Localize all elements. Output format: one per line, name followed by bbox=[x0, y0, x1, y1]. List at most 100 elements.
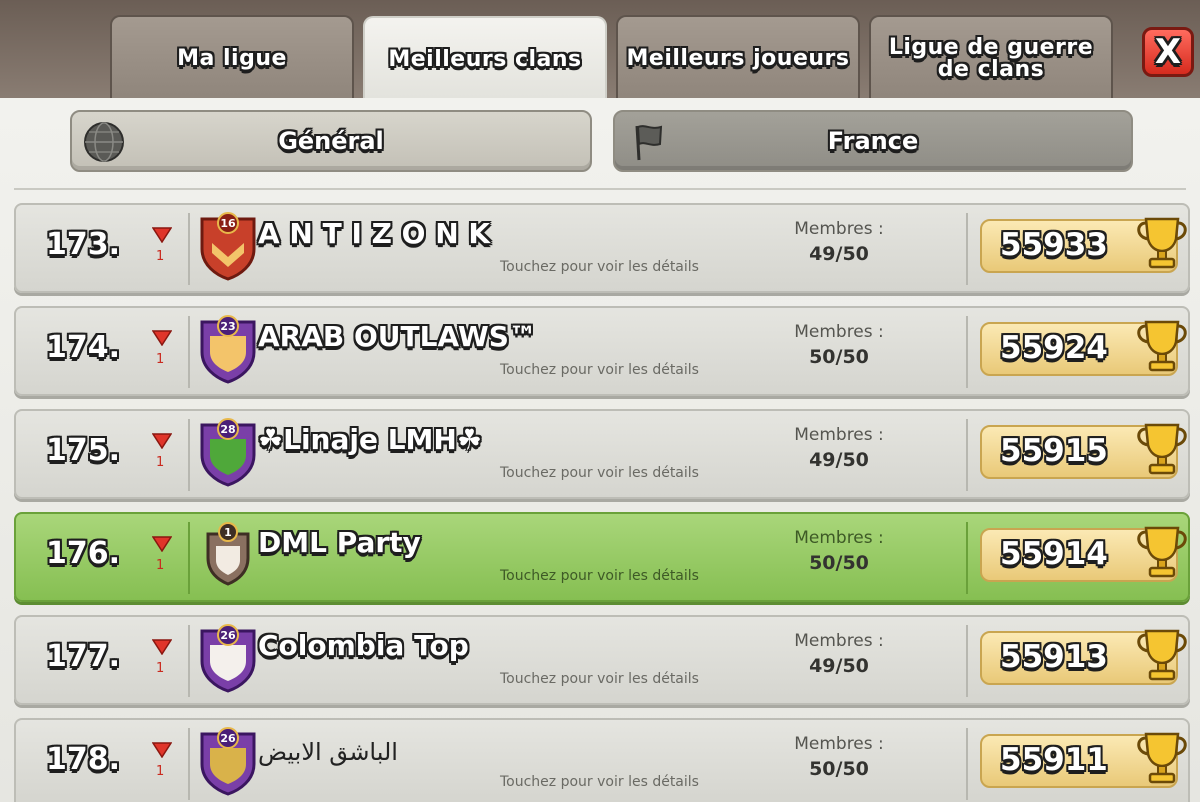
trend-down-icon bbox=[152, 227, 172, 243]
rank-number: 175. bbox=[46, 433, 121, 468]
rank-number: 173. bbox=[46, 227, 121, 262]
list-divider bbox=[14, 188, 1186, 190]
clan-name: A N T I Z O N K bbox=[258, 217, 491, 250]
clan-name: الباشق الابيض bbox=[258, 738, 398, 766]
globe-icon bbox=[84, 122, 124, 162]
trophy-icon bbox=[1137, 423, 1187, 475]
rank-number: 176. bbox=[46, 536, 121, 571]
trend-down-icon bbox=[152, 330, 172, 346]
trophy-icon bbox=[1137, 526, 1187, 578]
tab-ma-ligue[interactable]: Ma ligue bbox=[110, 15, 354, 100]
row-separator bbox=[188, 522, 190, 594]
members-label: Membres : bbox=[794, 322, 884, 342]
members-label: Membres : bbox=[794, 734, 884, 754]
details-hint: Touchez pour voir les détails bbox=[500, 465, 699, 481]
filter-global-label: Général bbox=[278, 127, 384, 155]
rank-number: 178. bbox=[46, 742, 121, 777]
clan-name: Colombia Top bbox=[258, 629, 469, 662]
rank-number: 174. bbox=[46, 330, 121, 365]
svg-text:1: 1 bbox=[224, 526, 232, 539]
tab-meilleurs-joueurs[interactable]: Meilleurs joueurs bbox=[616, 15, 860, 100]
tab-meilleurs-clans[interactable]: Meilleurs clans bbox=[363, 16, 607, 102]
trophy-box: 55933 bbox=[980, 217, 1187, 273]
members-count: 50/50 bbox=[809, 758, 869, 780]
trophy-box: 55913 bbox=[980, 629, 1187, 685]
trend-change: 1 bbox=[156, 249, 165, 264]
close-button[interactable]: X bbox=[1142, 27, 1194, 77]
svg-text:26: 26 bbox=[220, 629, 236, 642]
trophy-icon bbox=[1137, 217, 1187, 269]
members-label: Membres : bbox=[794, 631, 884, 651]
filter-local-label: France bbox=[827, 127, 919, 155]
trophy-count: 55911 bbox=[1000, 742, 1108, 778]
clan-badge-icon: 23 bbox=[200, 315, 256, 384]
trophy-icon bbox=[1137, 732, 1187, 784]
details-hint: Touchez pour voir les détails bbox=[500, 774, 699, 790]
trophy-count: 55915 bbox=[1000, 433, 1108, 469]
row-separator bbox=[188, 213, 190, 285]
members-label: Membres : bbox=[794, 425, 884, 445]
members-count: 50/50 bbox=[809, 552, 869, 574]
row-separator bbox=[188, 728, 190, 800]
row-separator bbox=[966, 316, 968, 388]
clan-row[interactable]: 178. 1 26 الباشق الابيض Touchez pour voi… bbox=[14, 718, 1190, 802]
row-separator bbox=[966, 522, 968, 594]
trophy-count: 55933 bbox=[1000, 227, 1108, 263]
members-count: 50/50 bbox=[809, 346, 869, 368]
svg-text:16: 16 bbox=[220, 217, 236, 230]
row-separator bbox=[966, 213, 968, 285]
trophy-icon bbox=[1137, 629, 1187, 681]
trophy-icon bbox=[1137, 320, 1187, 372]
clan-badge-icon: 26 bbox=[200, 624, 256, 693]
trophy-count: 55924 bbox=[1000, 330, 1108, 366]
clan-name: DML Party bbox=[258, 526, 421, 559]
clan-row[interactable]: 177. 1 26 Colombia Top Touchez pour voir… bbox=[14, 615, 1190, 705]
row-separator bbox=[966, 625, 968, 697]
filter-local-button[interactable]: France bbox=[613, 110, 1133, 172]
flag-icon bbox=[635, 125, 663, 161]
clan-name: ☘Linaje LMH☘ bbox=[258, 423, 482, 456]
trophy-box: 55924 bbox=[980, 320, 1187, 376]
trend-change: 1 bbox=[156, 661, 165, 676]
members-count: 49/50 bbox=[809, 655, 869, 677]
trend-down-icon bbox=[152, 639, 172, 655]
trophy-box: 55911 bbox=[980, 732, 1187, 788]
row-separator bbox=[188, 419, 190, 491]
trend-down-icon bbox=[152, 433, 172, 449]
clan-row[interactable]: 175. 1 28 ☘Linaje LMH☘ Touchez pour voir… bbox=[14, 409, 1190, 499]
trophy-count: 55914 bbox=[1000, 536, 1108, 572]
trend-change: 1 bbox=[156, 455, 165, 470]
row-separator bbox=[188, 625, 190, 697]
row-separator bbox=[188, 316, 190, 388]
members-label: Membres : bbox=[794, 528, 884, 548]
tab-ligue-de-guerre[interactable]: Ligue de guerre de clans bbox=[869, 15, 1113, 100]
clan-badge-icon: 26 bbox=[200, 727, 256, 796]
trophy-box: 55915 bbox=[980, 423, 1187, 479]
clan-row[interactable]: 174. 1 23 ARAB OUTLAWS™ Touchez pour voi… bbox=[14, 306, 1190, 396]
trophy-count: 55913 bbox=[1000, 639, 1108, 675]
details-hint: Touchez pour voir les détails bbox=[500, 362, 699, 378]
filter-global-button[interactable]: Général bbox=[70, 110, 592, 172]
trophy-box: 55914 bbox=[980, 526, 1187, 582]
clan-name: ARAB OUTLAWS™ bbox=[258, 320, 537, 353]
row-separator bbox=[966, 728, 968, 800]
rank-number: 177. bbox=[46, 639, 121, 674]
trend-change: 1 bbox=[156, 352, 165, 367]
clan-badge-icon: 28 bbox=[200, 418, 256, 487]
details-hint: Touchez pour voir les détails bbox=[500, 259, 699, 275]
trend-change: 1 bbox=[156, 764, 165, 779]
members-label: Membres : bbox=[794, 219, 884, 239]
trend-change: 1 bbox=[156, 558, 165, 573]
trend-down-icon bbox=[152, 536, 172, 552]
svg-text:26: 26 bbox=[220, 732, 236, 745]
row-separator bbox=[966, 419, 968, 491]
clan-row[interactable]: 173. 1 16 A N T I Z O N K Touchez pour v… bbox=[14, 203, 1190, 293]
clan-badge-icon: 1 bbox=[206, 522, 250, 586]
svg-text:23: 23 bbox=[220, 320, 235, 333]
members-count: 49/50 bbox=[809, 449, 869, 471]
details-hint: Touchez pour voir les détails bbox=[500, 568, 699, 584]
members-count: 49/50 bbox=[809, 243, 869, 265]
details-hint: Touchez pour voir les détails bbox=[500, 671, 699, 687]
svg-text:28: 28 bbox=[220, 423, 235, 436]
clan-row-own[interactable]: 176. 1 1 DML Party Touchez pour voir les… bbox=[14, 512, 1190, 602]
